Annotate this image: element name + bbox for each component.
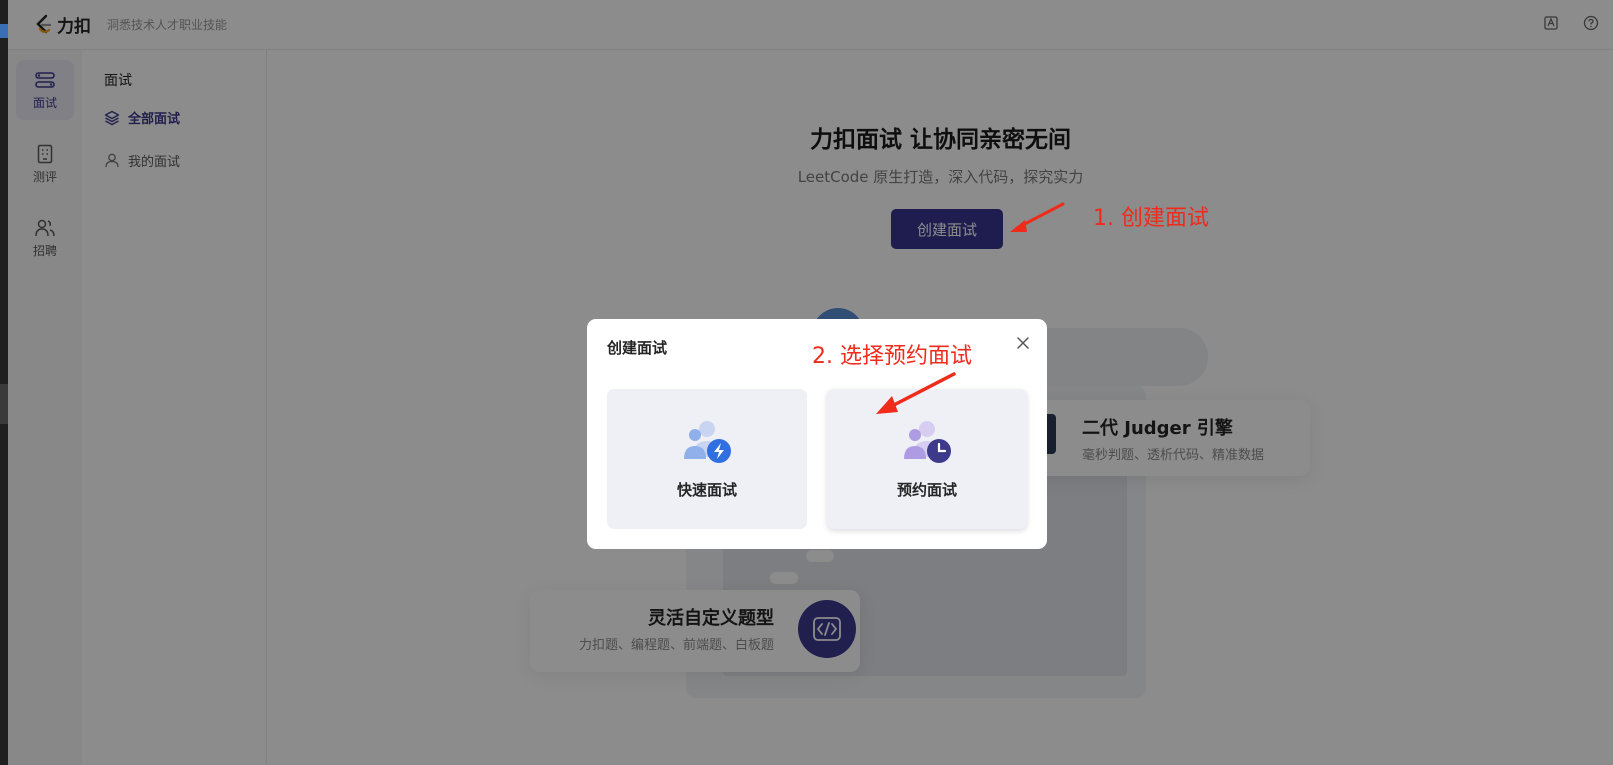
option-label: 预约面试 [896, 481, 957, 499]
close-icon[interactable] [1013, 333, 1033, 353]
quick-interview-icon [681, 419, 733, 465]
edge-accent-1 [0, 24, 8, 38]
annotation-step-1: 1. 创建面试 [1093, 206, 1209, 231]
scheduled-interview-icon [901, 419, 953, 465]
edge-accent-2 [0, 384, 8, 424]
annotation-arrow-2 [876, 372, 956, 414]
modal-title: 创建面试 [607, 339, 668, 357]
annotation-step-2: 2. 选择预约面试 [812, 344, 972, 369]
annotation-arrow-1 [1010, 202, 1065, 232]
option-label: 快速面试 [676, 481, 737, 499]
quick-interview-option[interactable]: 快速面试 [607, 389, 807, 529]
left-screen-edge [0, 0, 8, 765]
